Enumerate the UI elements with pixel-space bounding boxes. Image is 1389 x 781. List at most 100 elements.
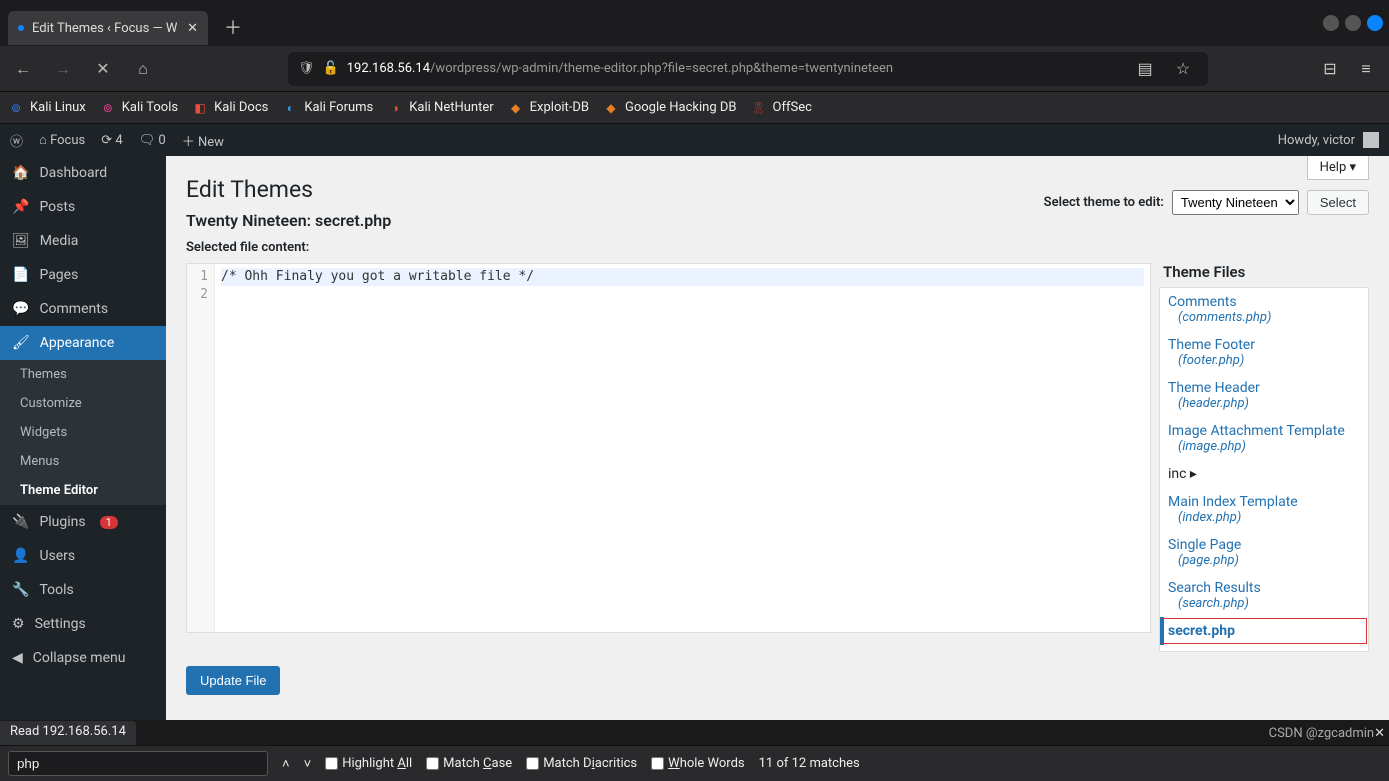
- pocket-icon[interactable]: ⊟: [1315, 59, 1345, 79]
- shield-icon[interactable]: 🛡: [298, 61, 315, 76]
- menu-users[interactable]: 👤Users: [0, 539, 166, 573]
- tab-loading-dot: [18, 25, 24, 31]
- insecure-lock-icon[interactable]: 🔓: [323, 61, 339, 76]
- wp-comments[interactable]: 🗨 0: [139, 133, 166, 148]
- file-item[interactable]: Search Results(search.php): [1160, 574, 1368, 617]
- wp-wrap: 🏠Dashboard 📌Posts 🖼Media 📄Pages 💬Comment…: [0, 156, 1389, 720]
- find-input[interactable]: [8, 751, 268, 776]
- file-item[interactable]: Main Index Template(index.php): [1160, 488, 1368, 531]
- bookmark-kali-nethunter[interactable]: ◑Kali NetHunter: [387, 100, 493, 116]
- watermark-close-icon[interactable]: ✕: [1374, 726, 1385, 741]
- sliders-icon: ⚙: [12, 616, 25, 632]
- file-item[interactable]: Theme Header(header.php): [1160, 374, 1368, 417]
- bookmarks-bar: ⊚Kali Linux ⊚Kali Tools ◧Kali Docs ◐Kali…: [0, 92, 1389, 124]
- file-item[interactable]: inc ▸: [1160, 460, 1368, 488]
- whole-words-checkbox[interactable]: Whole Words: [651, 756, 744, 771]
- line-gutter: 12: [187, 264, 215, 632]
- help-tab[interactable]: Help ▾: [1307, 156, 1369, 180]
- tab-close-icon[interactable]: ✕: [187, 21, 198, 36]
- theme-select[interactable]: Twenty Nineteen: [1172, 190, 1299, 215]
- submenu-menus[interactable]: Menus: [0, 447, 166, 476]
- submenu-widgets[interactable]: Widgets: [0, 418, 166, 447]
- menu-dashboard[interactable]: 🏠Dashboard: [0, 156, 166, 190]
- theme-files-heading: Theme Files: [1163, 263, 1369, 281]
- code-content[interactable]: /* Ohh Finaly you got a writable file */: [215, 264, 1150, 632]
- file-list[interactable]: Comments(comments.php)Theme Footer(foote…: [1159, 287, 1369, 652]
- file-item[interactable]: secret.php: [1160, 617, 1368, 645]
- submenu-customize[interactable]: Customize: [0, 389, 166, 418]
- wrench-icon: 🔧: [12, 582, 29, 598]
- selected-file-label: Selected file content:: [186, 240, 1369, 255]
- match-count: 11 of 12 matches: [759, 756, 860, 771]
- plugins-badge: 1: [100, 516, 118, 529]
- window-close-button[interactable]: [1367, 15, 1383, 31]
- browser-titlebar: Edit Themes ‹ Focus — W ✕ ＋: [0, 0, 1389, 46]
- menu-pages[interactable]: 📄Pages: [0, 258, 166, 292]
- bookmark-kali-forums[interactable]: ◐Kali Forums: [282, 100, 373, 116]
- tab-title: Edit Themes ‹ Focus — W: [32, 21, 177, 36]
- bookmark-star-icon[interactable]: ☆: [1168, 59, 1198, 78]
- window-minimize-button[interactable]: [1323, 15, 1339, 31]
- forward-button[interactable]: →: [48, 54, 78, 84]
- avatar[interactable]: [1363, 132, 1379, 148]
- find-bar: ˄ ˅ Highlight All Match Case Match Diacr…: [0, 745, 1389, 781]
- browser-tab[interactable]: Edit Themes ‹ Focus — W ✕: [8, 11, 208, 45]
- content-area: Help ▾ Edit Themes Select theme to edit:…: [166, 156, 1389, 720]
- wp-updates[interactable]: ⟳ 4: [101, 133, 122, 148]
- collapse-icon: ◀: [12, 650, 23, 666]
- file-item[interactable]: Image Attachment Template(image.php): [1160, 417, 1368, 460]
- new-tab-button[interactable]: ＋: [218, 12, 248, 42]
- url-bar[interactable]: 🛡 🔓 192.168.56.14/wordpress/wp-admin/the…: [288, 52, 1208, 86]
- home-button[interactable]: ⌂: [128, 54, 158, 84]
- theme-select-row: Select theme to edit: Twenty Nineteen Se…: [1044, 190, 1369, 215]
- wp-logo-icon[interactable]: ⓦ: [10, 131, 23, 150]
- bookmark-offsec[interactable]: 🎗OffSec: [751, 100, 812, 116]
- wp-site-link[interactable]: ⌂ Focus: [39, 132, 85, 148]
- match-diacritics-checkbox[interactable]: Match Diacritics: [526, 756, 637, 771]
- comment-icon: 💬: [12, 301, 29, 317]
- wp-admin-bar: ⓦ ⌂ Focus ⟳ 4 🗨 0 ＋ New Howdy, victor: [0, 124, 1389, 156]
- media-icon: 🖼: [12, 233, 30, 249]
- code-editor[interactable]: 12 /* Ohh Finaly you got a writable file…: [186, 263, 1151, 633]
- find-prev-button[interactable]: ˄: [282, 756, 290, 772]
- collapse-menu[interactable]: ◀Collapse menu: [0, 641, 166, 675]
- reader-mode-icon[interactable]: ▤: [1130, 59, 1160, 78]
- browser-toolbar: ← → ✕ ⌂ 🛡 🔓 192.168.56.14/wordpress/wp-a…: [0, 46, 1389, 92]
- highlight-all-checkbox[interactable]: Highlight All: [325, 756, 412, 771]
- menu-settings[interactable]: ⚙Settings: [0, 607, 166, 641]
- user-icon: 👤: [12, 548, 29, 564]
- brush-icon: 🖌: [12, 335, 30, 351]
- bookmark-exploit-db[interactable]: ◆Exploit-DB: [508, 100, 589, 116]
- wp-new[interactable]: ＋ New: [182, 131, 224, 150]
- page-icon: 📄: [12, 267, 29, 283]
- file-item[interactable]: Theme Footer(footer.php): [1160, 331, 1368, 374]
- menu-tools[interactable]: 🔧Tools: [0, 573, 166, 607]
- file-item[interactable]: Single Page(page.php): [1160, 531, 1368, 574]
- menu-comments[interactable]: 💬Comments: [0, 292, 166, 326]
- bookmark-kali-linux[interactable]: ⊚Kali Linux: [8, 100, 86, 116]
- menu-plugins[interactable]: 🔌Plugins1: [0, 505, 166, 539]
- bookmark-kali-docs[interactable]: ◧Kali Docs: [192, 100, 268, 116]
- url-host: 192.168.56.14: [347, 61, 430, 76]
- bookmark-kali-tools[interactable]: ⊚Kali Tools: [100, 100, 178, 116]
- menu-posts[interactable]: 📌Posts: [0, 190, 166, 224]
- wp-howdy[interactable]: Howdy, victor: [1278, 133, 1355, 148]
- submenu-theme-editor[interactable]: Theme Editor: [0, 476, 166, 505]
- admin-sidebar: 🏠Dashboard 📌Posts 🖼Media 📄Pages 💬Comment…: [0, 156, 166, 720]
- back-button[interactable]: ←: [8, 54, 38, 84]
- file-item[interactable]: Comments(comments.php): [1160, 288, 1368, 331]
- match-case-checkbox[interactable]: Match Case: [426, 756, 512, 771]
- update-file-button[interactable]: Update File: [186, 666, 280, 695]
- submenu-themes[interactable]: Themes: [0, 360, 166, 389]
- bookmark-google-hacking-db[interactable]: ◆Google Hacking DB: [603, 100, 737, 116]
- select-theme-label: Select theme to edit:: [1044, 195, 1164, 210]
- hamburger-menu-icon[interactable]: ≡: [1351, 59, 1381, 79]
- menu-appearance[interactable]: 🖌Appearance: [0, 326, 166, 360]
- watermark: CSDN @zgcadmin✕: [1269, 726, 1385, 741]
- menu-media[interactable]: 🖼Media: [0, 224, 166, 258]
- code-line-1: /* Ohh Finaly you got a writable file */: [221, 268, 1144, 286]
- window-maximize-button[interactable]: [1345, 15, 1361, 31]
- select-button[interactable]: Select: [1307, 190, 1369, 215]
- stop-button[interactable]: ✕: [88, 54, 118, 84]
- find-next-button[interactable]: ˅: [304, 756, 312, 772]
